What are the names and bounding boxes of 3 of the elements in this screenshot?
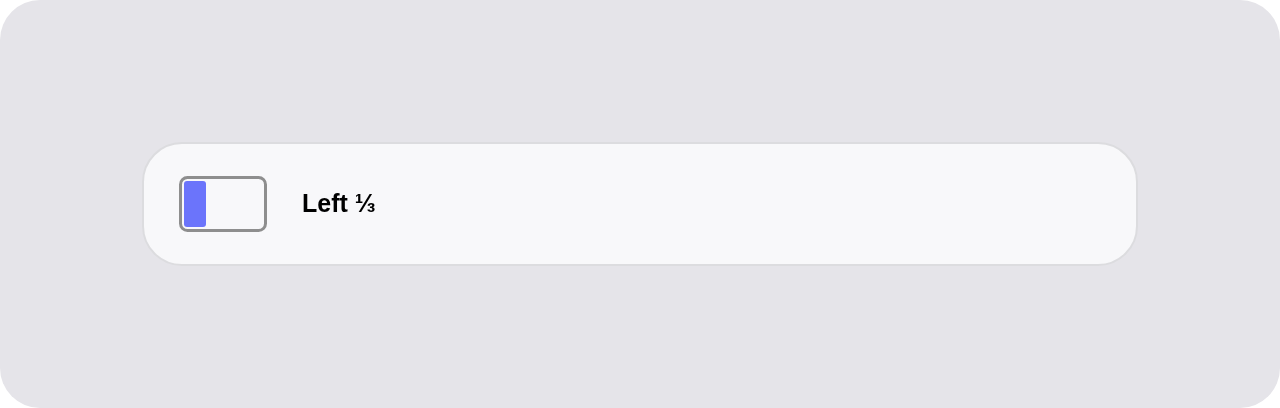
left-third-layout-icon: [179, 176, 267, 232]
layout-option-card[interactable]: Left ⅓: [142, 142, 1138, 266]
option-label: Left ⅓: [302, 188, 376, 220]
